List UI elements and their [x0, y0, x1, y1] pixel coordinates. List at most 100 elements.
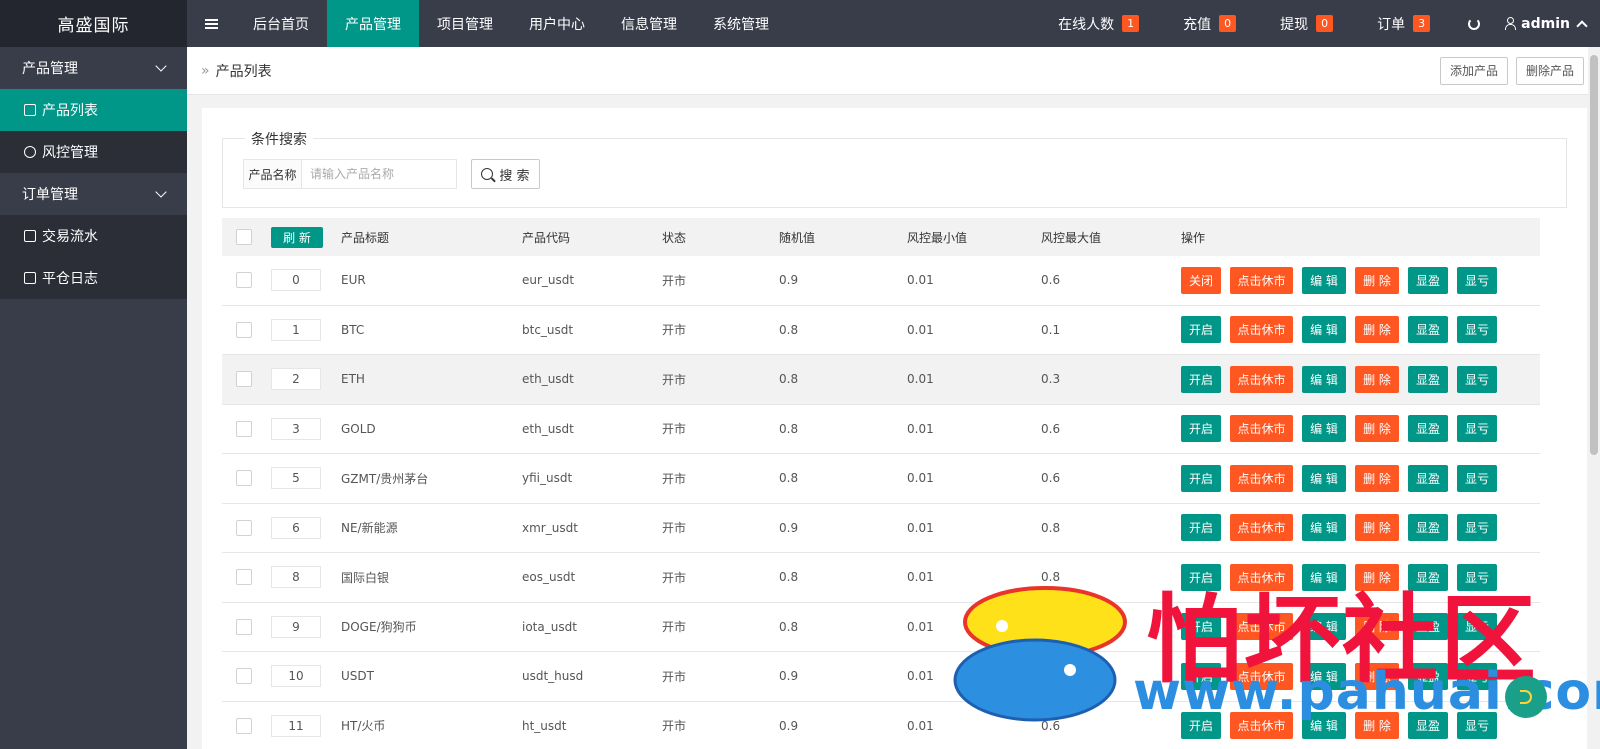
delete-button[interactable]: 删 除 [1355, 514, 1399, 542]
user-menu[interactable]: admin [1496, 16, 1600, 32]
delete-button[interactable]: 删 除 [1355, 662, 1399, 690]
sort-input[interactable]: 0 [271, 269, 321, 292]
edit-button[interactable]: 编 辑 [1302, 712, 1346, 740]
sidebar-item-transactions[interactable]: 交易流水 [0, 215, 187, 257]
stat-orders[interactable]: 订单 3 [1355, 14, 1452, 34]
row-checkbox[interactable] [236, 618, 252, 635]
show-loss-button[interactable]: 显亏 [1457, 514, 1497, 542]
sort-input[interactable]: 8 [271, 566, 321, 589]
toggle-button[interactable]: 开启 [1181, 563, 1221, 591]
nav-products[interactable]: 产品管理 [327, 0, 419, 47]
show-profit-button[interactable]: 显盈 [1408, 712, 1448, 740]
search-input[interactable] [301, 159, 457, 189]
toggle-button[interactable]: 关闭 [1181, 266, 1221, 294]
show-loss-button[interactable]: 显亏 [1457, 415, 1497, 443]
close-market-button[interactable]: 点击休市 [1230, 464, 1293, 492]
sidebar-item-risk-control[interactable]: 风控管理 [0, 131, 187, 173]
nav-users[interactable]: 用户中心 [511, 0, 603, 47]
show-profit-button[interactable]: 显盈 [1408, 613, 1448, 641]
close-market-button[interactable]: 点击休市 [1230, 365, 1293, 393]
row-checkbox[interactable] [236, 519, 252, 536]
sort-input[interactable]: 6 [271, 516, 321, 539]
delete-button[interactable]: 删 除 [1355, 464, 1399, 492]
delete-product-button[interactable]: 删除产品 [1515, 56, 1584, 85]
edit-button[interactable]: 编 辑 [1302, 464, 1346, 492]
sort-input[interactable]: 10 [271, 665, 321, 688]
delete-button[interactable]: 删 除 [1355, 613, 1399, 641]
toggle-button[interactable]: 开启 [1181, 514, 1221, 542]
delete-button[interactable]: 删 除 [1355, 316, 1399, 344]
scrollbar-thumb[interactable] [1590, 55, 1598, 455]
search-button[interactable]: 搜 索 [471, 159, 540, 189]
stat-online[interactable]: 在线人数 1 [1036, 14, 1161, 34]
select-all-checkbox[interactable] [236, 229, 252, 245]
row-checkbox[interactable] [236, 569, 252, 586]
show-profit-button[interactable]: 显盈 [1408, 464, 1448, 492]
toggle-button[interactable]: 开启 [1181, 415, 1221, 443]
close-market-button[interactable]: 点击休市 [1230, 415, 1293, 443]
show-loss-button[interactable]: 显亏 [1457, 266, 1497, 294]
show-profit-button[interactable]: 显盈 [1408, 316, 1448, 344]
toggle-button[interactable]: 开启 [1181, 712, 1221, 740]
menu-toggle-button[interactable] [187, 0, 235, 47]
scrollbar[interactable] [1588, 47, 1600, 749]
show-profit-button[interactable]: 显盈 [1408, 514, 1448, 542]
refresh-sort-button[interactable]: 刷 新 [271, 226, 323, 248]
show-profit-button[interactable]: 显盈 [1408, 563, 1448, 591]
show-loss-button[interactable]: 显亏 [1457, 316, 1497, 344]
sort-input[interactable]: 5 [271, 467, 321, 490]
toggle-button[interactable]: 开启 [1181, 316, 1221, 344]
edit-button[interactable]: 编 辑 [1302, 415, 1346, 443]
close-market-button[interactable]: 点击休市 [1230, 316, 1293, 344]
close-market-button[interactable]: 点击休市 [1230, 613, 1293, 641]
edit-button[interactable]: 编 辑 [1302, 662, 1346, 690]
add-product-button[interactable]: 添加产品 [1439, 56, 1508, 85]
refresh-button[interactable] [1452, 17, 1496, 30]
show-profit-button[interactable]: 显盈 [1408, 365, 1448, 393]
stat-withdraw[interactable]: 提现 0 [1258, 14, 1355, 34]
sort-input[interactable]: 1 [271, 318, 321, 341]
close-market-button[interactable]: 点击休市 [1230, 266, 1293, 294]
delete-button[interactable]: 删 除 [1355, 415, 1399, 443]
toggle-button[interactable]: 开启 [1181, 464, 1221, 492]
delete-button[interactable]: 删 除 [1355, 712, 1399, 740]
show-loss-button[interactable]: 显亏 [1457, 712, 1497, 740]
row-checkbox[interactable] [236, 321, 252, 338]
show-profit-button[interactable]: 显盈 [1408, 662, 1448, 690]
close-market-button[interactable]: 点击休市 [1230, 662, 1293, 690]
sidebar-item-product-list[interactable]: 产品列表 [0, 89, 187, 131]
show-loss-button[interactable]: 显亏 [1457, 464, 1497, 492]
edit-button[interactable]: 编 辑 [1302, 365, 1346, 393]
sort-input[interactable]: 11 [271, 714, 321, 737]
close-market-button[interactable]: 点击休市 [1230, 514, 1293, 542]
row-checkbox[interactable] [236, 470, 252, 487]
row-checkbox[interactable] [236, 371, 252, 388]
edit-button[interactable]: 编 辑 [1302, 613, 1346, 641]
sidebar-group-orders[interactable]: 订单管理 [0, 173, 187, 215]
edit-button[interactable]: 编 辑 [1302, 266, 1346, 294]
edit-button[interactable]: 编 辑 [1302, 563, 1346, 591]
sidebar-group-products[interactable]: 产品管理 [0, 47, 187, 89]
stat-recharge[interactable]: 充值 0 [1161, 14, 1258, 34]
nav-projects[interactable]: 项目管理 [419, 0, 511, 47]
toggle-button[interactable]: 开启 [1181, 613, 1221, 641]
toggle-button[interactable]: 开启 [1181, 365, 1221, 393]
nav-messages[interactable]: 信息管理 [603, 0, 695, 47]
show-profit-button[interactable]: 显盈 [1408, 266, 1448, 294]
show-loss-button[interactable]: 显亏 [1457, 365, 1497, 393]
show-loss-button[interactable]: 显亏 [1457, 613, 1497, 641]
show-loss-button[interactable]: 显亏 [1457, 662, 1497, 690]
show-loss-button[interactable]: 显亏 [1457, 563, 1497, 591]
chat-button[interactable] [1505, 676, 1547, 718]
show-profit-button[interactable]: 显盈 [1408, 415, 1448, 443]
delete-button[interactable]: 删 除 [1355, 266, 1399, 294]
close-market-button[interactable]: 点击休市 [1230, 712, 1293, 740]
row-checkbox[interactable] [236, 668, 252, 685]
edit-button[interactable]: 编 辑 [1302, 316, 1346, 344]
sidebar-item-close-log[interactable]: 平仓日志 [0, 257, 187, 299]
sort-input[interactable]: 2 [271, 368, 321, 391]
nav-system[interactable]: 系统管理 [695, 0, 787, 47]
nav-home[interactable]: 后台首页 [235, 0, 327, 47]
sort-input[interactable]: 9 [271, 615, 321, 638]
delete-button[interactable]: 删 除 [1355, 365, 1399, 393]
